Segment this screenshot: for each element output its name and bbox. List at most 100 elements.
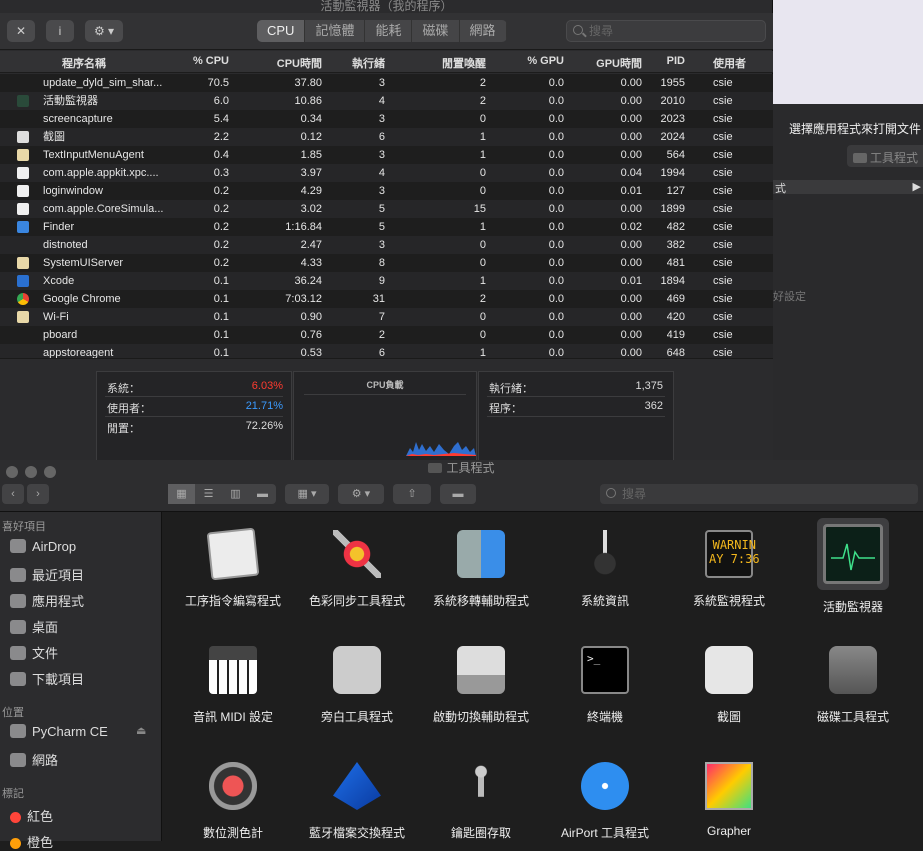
app-item-8[interactable]: 啟動切換輔助程式 [419, 640, 543, 725]
tab-2[interactable]: 能耗 [365, 20, 413, 42]
column-header-4[interactable]: 閒置喚醒 [442, 55, 486, 71]
table-row[interactable]: SystemUIServer 0.2 4.33 8 0 0.0 0.00 481 csie [0, 254, 773, 272]
app-item-1[interactable]: 色彩同步工具程式 [295, 524, 419, 609]
cell-col-7: 420 [666, 311, 685, 323]
app-item-6[interactable]: 音訊 MIDI 設定 [171, 640, 295, 725]
list-fragment[interactable]: 式 ▶ [773, 180, 923, 195]
app-item-13[interactable]: 藍牙檔案交換程式 [295, 756, 419, 841]
folder-icon [853, 153, 867, 163]
column-header-1[interactable]: % CPU [193, 55, 229, 67]
tags-button[interactable]: ▬ [440, 484, 476, 504]
table-row[interactable]: 截圖 2.2 0.12 6 1 0.0 0.00 2024 csie [0, 128, 773, 146]
app-item-3[interactable]: 系統資訊 [543, 524, 667, 609]
table-row[interactable]: screencapture 5.4 0.34 3 0 0.0 0.00 2023 csie [0, 110, 773, 128]
tab-0[interactable]: CPU [257, 20, 306, 42]
gallery-view-icon[interactable]: ▬ [249, 484, 276, 504]
column-view-icon[interactable]: ▥ [222, 484, 249, 504]
colorsync-icon [327, 524, 387, 584]
column-header-2[interactable]: CPU時間 [277, 55, 322, 71]
app-item-2[interactable]: 系統移轉輔助程式 [419, 524, 543, 609]
search-input[interactable]: 搜尋 [566, 20, 766, 42]
table-row[interactable]: Google Chrome 0.1 7:03.12 31 2 0.0 0.00 469 csie [0, 290, 773, 308]
close-window-button[interactable] [6, 466, 18, 478]
column-header-8[interactable]: 使用者 [713, 55, 746, 71]
airdrop-icon [10, 539, 26, 553]
action-button[interactable]: ⚙ ▾ [338, 484, 384, 504]
group-icon: ▦ ▾ [297, 488, 317, 500]
finder-search-input[interactable]: 搜尋 [600, 484, 918, 504]
app-item-10[interactable]: 截圖 [667, 640, 791, 725]
app-label: 藍牙檔案交換程式 [308, 826, 405, 840]
utilities-button[interactable]: 工具程式 [847, 145, 923, 167]
cell-col-4: 1 [479, 347, 486, 358]
sidebar-item-0[interactable]: AirDrop [10, 539, 76, 554]
tab-4[interactable]: 網路 [460, 20, 507, 42]
forward-button[interactable]: › [27, 484, 49, 504]
sidebar-item-label: 網路 [32, 753, 59, 768]
table-row[interactable]: appstoreagent 0.1 0.53 6 1 0.0 0.00 648 csie [0, 344, 773, 358]
app-item-15[interactable]: AirPort 工具程式 [543, 756, 667, 841]
sidebar-item-3[interactable]: 桌面 [10, 617, 58, 636]
app-item-5[interactable]: 活動監視器 [791, 518, 915, 615]
sidebar-location-1[interactable]: 網路 [10, 750, 58, 769]
table-row[interactable]: loginwindow 0.2 4.29 3 0 0.0 0.01 127 csie [0, 182, 773, 200]
sidebar-tag-1[interactable]: 橙色 [10, 832, 53, 851]
cell-col-2: 1.85 [300, 149, 322, 161]
minimize-window-button[interactable] [25, 466, 37, 478]
threads-value: 1,375 [635, 380, 663, 392]
sidebar-tag-0[interactable]: 紅色 [10, 806, 53, 825]
table-row[interactable]: 活動監視器 6.0 10.86 4 2 0.0 0.00 2010 csie [0, 92, 773, 110]
table-row[interactable]: distnoted 0.2 2.47 3 0 0.0 0.00 382 csie [0, 236, 773, 254]
table-row[interactable]: Wi-Fi 0.1 0.90 7 0 0.0 0.00 420 csie [0, 308, 773, 326]
column-header-6[interactable]: GPU時間 [596, 55, 642, 71]
app-item-9[interactable]: >_ 終端機 [543, 640, 667, 725]
cell-col-1: 0.2 [213, 239, 229, 251]
app-item-11[interactable]: 磁碟工具程式 [791, 640, 915, 725]
column-header-7[interactable]: PID [667, 55, 685, 67]
column-header-0[interactable]: 程序名稱 [62, 55, 106, 71]
app-item-16[interactable]: Grapher [667, 756, 791, 838]
cell-col-3: 4 [378, 167, 385, 179]
back-button[interactable]: ‹ [2, 484, 24, 504]
cell-col-1: 0.2 [213, 203, 229, 215]
share-button[interactable]: ⇧ [393, 484, 431, 504]
tab-1[interactable]: 記憶體 [305, 20, 366, 42]
list-view-icon[interactable]: ☰ [195, 484, 222, 504]
cell-col-0: Wi-Fi [43, 311, 69, 323]
table-row[interactable]: Xcode 0.1 36.24 9 1 0.0 0.01 1894 csie [0, 272, 773, 290]
inspect-button[interactable]: i [46, 20, 74, 42]
table-row[interactable]: TextInputMenuAgent 0.4 1.85 3 1 0.0 0.00 564 csi… [0, 146, 773, 164]
sidebar-item-label: 桌面 [32, 620, 59, 635]
sidebar-location-0[interactable]: PyCharm CE ⏏ [10, 724, 146, 739]
table-row[interactable]: com.apple.appkit.xpc.... 0.3 3.97 4 0 0.0 0.04… [0, 164, 773, 182]
sidebar-item-1[interactable]: 最近項目 [10, 565, 84, 584]
table-row[interactable]: update_dyld_sim_shar... 70.5 37.80 3 2 0.0 0.0… [0, 74, 773, 92]
table-row[interactable]: Finder 0.2 1:16.84 5 1 0.0 0.02 482 csie [0, 218, 773, 236]
action-menu-button[interactable]: ⚙ ▾ [85, 20, 123, 42]
app-item-12[interactable]: 數位測色計 [171, 756, 295, 841]
cell-col-7: 127 [666, 185, 685, 197]
cell-col-6: 0.00 [620, 77, 642, 89]
cell-col-6: 0.00 [620, 113, 642, 125]
column-header-5[interactable]: % GPU [527, 55, 564, 67]
sidebar-item-5[interactable]: 下載項目 [10, 669, 84, 688]
view-switcher[interactable]: ▦ ☰ ▥ ▬ [168, 484, 276, 504]
sidebar-item-4[interactable]: 文件 [10, 643, 58, 662]
app-item-7[interactable]: 旁白工具程式 [295, 640, 419, 725]
app-item-4[interactable]: WARNIN AY 7:36 系統監視程式 [667, 524, 791, 609]
tab-3[interactable]: 磁碟 [412, 20, 460, 42]
zoom-window-button[interactable] [44, 466, 56, 478]
eject-icon[interactable]: ⏏ [136, 724, 146, 737]
group-button[interactable]: ▦ ▾ [285, 484, 329, 504]
process-table[interactable]: update_dyld_sim_shar... 70.5 37.80 3 2 0.0 0.0… [0, 74, 773, 358]
sidebar-item-2[interactable]: 應用程式 [10, 591, 84, 610]
app-item-14[interactable]: 鑰匙圈存取 [419, 756, 543, 841]
table-row[interactable]: com.apple.CoreSimula... 0.2 3.02 5 15 0.0 0.00… [0, 200, 773, 218]
column-header-3[interactable]: 執行緒 [352, 55, 385, 71]
icon-view-icon[interactable]: ▦ [168, 484, 195, 504]
app-item-0[interactable]: 工序指令編寫程式 [171, 524, 295, 609]
stop-process-button[interactable]: ✕ [7, 20, 35, 42]
table-row[interactable]: pboard 0.1 0.76 2 0 0.0 0.00 419 csie [0, 326, 773, 344]
search-placeholder: 搜尋 [589, 24, 614, 38]
generic-app-icon [17, 311, 29, 323]
